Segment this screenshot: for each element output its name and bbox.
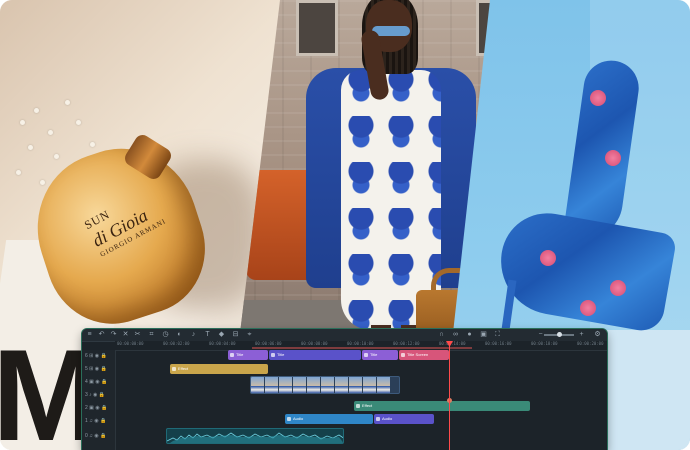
- timeline-clip[interactable]: Title: [269, 350, 361, 360]
- mic-icon[interactable]: ●: [466, 331, 473, 338]
- timeline-clip[interactable]: Audio: [285, 414, 373, 424]
- track-header[interactable]: 1 ♫ ◉ 🔒: [85, 416, 106, 426]
- clip-label: Title: [236, 352, 244, 357]
- scene-icon[interactable]: ▣: [480, 331, 487, 338]
- track-header[interactable]: 0 ♫ ◉ 🔒: [85, 431, 106, 441]
- rose-print: [590, 90, 606, 106]
- rose-print: [610, 280, 626, 296]
- ruler-tick-label: 00:00:08:00: [301, 341, 328, 346]
- timeline-clip[interactable]: Audio: [374, 414, 434, 424]
- zoom-out-icon[interactable]: −: [537, 331, 544, 338]
- rose-print: [580, 300, 596, 316]
- timeline-clip[interactable]: Title: [228, 350, 268, 360]
- clip-label: Audio: [382, 416, 393, 421]
- undo-icon[interactable]: ↶: [98, 331, 105, 338]
- track-headers: 6 ⊞ ◉ 🔒 5 ⊞ ◉ 🔒 4 ▣ ◉ 🔒 3 ♪ ◉ 🔒 2 ▣ ◉ 🔒 1 ♫ ◉…: [82, 350, 116, 450]
- split-icon[interactable]: ⊟: [232, 331, 239, 338]
- audio-clip-waveform[interactable]: [166, 428, 344, 444]
- crop-icon[interactable]: ⌗: [148, 331, 155, 338]
- zoom-slider-handle[interactable]: [557, 332, 562, 337]
- stiletto-heel: [501, 279, 517, 331]
- rose-print: [540, 250, 556, 266]
- timeline-clip[interactable]: Title: [362, 350, 398, 360]
- clip-label: Effect: [178, 366, 189, 371]
- fullscreen-icon[interactable]: ⛶: [494, 331, 501, 338]
- waveform-icon: [167, 432, 343, 443]
- track-header[interactable]: 5 ⊞ ◉ 🔒: [85, 364, 107, 374]
- ruler-tick-label: 00:00:10:00: [347, 341, 374, 346]
- snap-icon[interactable]: ⌖: [246, 331, 253, 338]
- cut-icon[interactable]: ✂: [134, 331, 141, 338]
- magnet-icon[interactable]: ∩: [438, 331, 445, 338]
- ruler-tick-label: 00:00:12:00: [393, 341, 420, 346]
- track-header[interactable]: 2 ▣ ◉ 🔒: [85, 403, 107, 413]
- zoom-in-icon[interactable]: +: [578, 331, 585, 338]
- timeline-clip[interactable]: Effect: [354, 401, 530, 411]
- link-icon[interactable]: ∞: [452, 331, 459, 338]
- delete-icon[interactable]: ✕: [122, 331, 129, 338]
- video-thumbnail: [321, 377, 334, 393]
- speed-icon[interactable]: ◷: [162, 331, 169, 338]
- video-thumbnail: [377, 377, 390, 393]
- video-thumbnail: [251, 377, 264, 393]
- video-thumbnail: [335, 377, 348, 393]
- timeline-clip[interactable]: Effect: [170, 364, 268, 374]
- rose-print: [605, 150, 621, 166]
- track-header[interactable]: 3 ♪ ◉ 🔒: [85, 390, 105, 400]
- clip-label: Title: [370, 352, 378, 357]
- video-thumbnail: [279, 377, 292, 393]
- clip-label: Effect: [362, 403, 373, 408]
- clip-label: Title Screen: [407, 352, 429, 357]
- video-thumbnail: [265, 377, 278, 393]
- audio-icon[interactable]: ♪: [190, 331, 197, 338]
- video-clip-thumbnails[interactable]: [250, 376, 400, 394]
- timeline-clip[interactable]: Title Screen: [399, 350, 449, 360]
- text-icon[interactable]: T: [204, 331, 211, 338]
- video-thumbnail: [363, 377, 376, 393]
- menu-icon[interactable]: ≡: [86, 331, 93, 338]
- track-header[interactable]: 6 ⊞ ◉ 🔒: [85, 351, 107, 361]
- track-header[interactable]: 4 ▣ ◉ 🔒: [85, 377, 107, 387]
- ruler-tick-label: 00:00:00:00: [117, 341, 144, 346]
- redo-icon[interactable]: ↷: [110, 331, 117, 338]
- video-thumbnail: [349, 377, 362, 393]
- ruler-tick-label: 00:00:16:00: [485, 341, 512, 346]
- video-editor-timeline: ≡ ↶ ↷ ✕ ✂ ⌗ ◷ ◐ ♪ T ◆ ⊟ ⌖ ∩ ∞ ● ▣ ⛶ − + ⚙ 00:00:00:00 00:00:0…: [82, 329, 607, 450]
- marker-icon[interactable]: ◆: [218, 331, 225, 338]
- ruler-tick-label: 00:00:04:00: [209, 341, 236, 346]
- ruler-tick-label: 00:00:20:00: [577, 341, 604, 346]
- ruler-tick-label: 00:00:06:00: [255, 341, 282, 346]
- ruler-tick-label: 00:00:18:00: [531, 341, 558, 346]
- ruler-tick-label: 00:00:02:00: [163, 341, 190, 346]
- marketing-collage: M SUN di Gioia GIORGIO ARMANI ≡ ↶ ↷ ✕ ✂ …: [0, 0, 690, 450]
- clip-label: Title: [277, 352, 285, 357]
- color-icon[interactable]: ◐: [176, 331, 183, 338]
- clip-label: Audio: [293, 416, 304, 421]
- playhead[interactable]: [449, 341, 450, 450]
- video-thumbnail: [307, 377, 320, 393]
- time-ruler[interactable]: 00:00:00:00 00:00:02:00 00:00:04:00 00:00:0…: [115, 341, 607, 351]
- work-area-range[interactable]: [252, 347, 472, 349]
- video-thumbnail: [293, 377, 306, 393]
- settings-icon[interactable]: ⚙: [594, 331, 601, 338]
